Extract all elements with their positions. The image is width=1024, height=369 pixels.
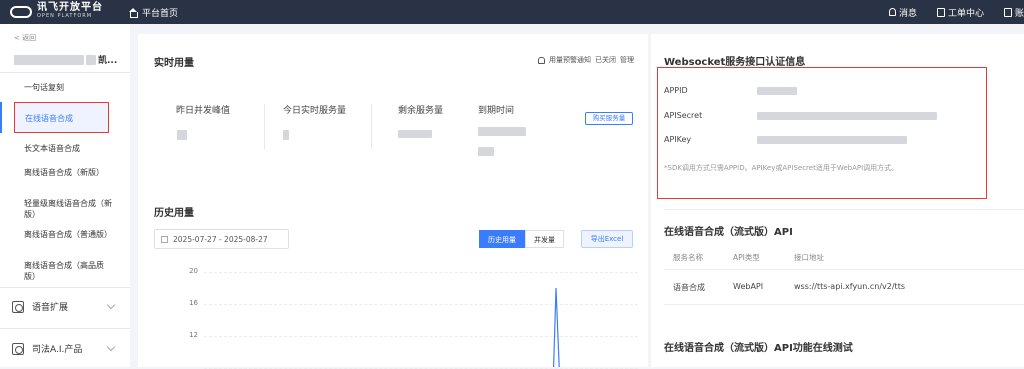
logo-subtitle: OPEN PLATFORM — [37, 13, 93, 19]
back-link[interactable]: < 返回 — [14, 33, 36, 43]
app-name-redacted — [14, 54, 84, 65]
divider — [664, 269, 1024, 270]
sidebar: < 返回 凯... 一句话复刻 在线语音合成 长文本语音合成 离线语音合成（新版… — [0, 24, 130, 367]
sidebar-group-label: 语音扩展 — [32, 303, 69, 313]
sidebar-item-long-text-tts[interactable]: 长文本语音合成 — [24, 143, 80, 154]
workorder-icon — [936, 7, 945, 17]
logo-mark-icon — [10, 6, 32, 18]
home-icon — [128, 7, 138, 18]
apikey-label: APIKey — [664, 135, 692, 144]
sidebar-item-online-tts[interactable]: 在线语音合成 — [14, 102, 109, 133]
divider — [664, 304, 1024, 305]
api-test-title: 在线语音合成（流式版）API功能在线测试 — [664, 343, 853, 354]
workorder-link[interactable]: 工单中心 — [936, 6, 984, 19]
chevron-down-icon[interactable] — [106, 300, 116, 310]
account-link[interactable]: 账 — [1003, 6, 1024, 19]
table-cell: 语音合成 — [673, 283, 705, 292]
series-line — [553, 287, 560, 367]
sidebar-item-offline-tts-normal[interactable]: 离线语音合成（普通版） — [24, 229, 112, 240]
logo-title: 讯飞开放平台 — [37, 2, 103, 13]
divider — [0, 328, 130, 329]
websocket-auth-box — [657, 67, 987, 199]
sidebar-group-judicial-ai[interactable]: 司法A.I.产品 — [12, 342, 82, 355]
app-selector[interactable]: 凯... — [14, 53, 117, 66]
chevron-down-icon[interactable] — [106, 342, 116, 352]
top-navigation-bar: 讯飞开放平台 OPEN PLATFORM 平台首页 消息 工单中心 账 — [0, 0, 1024, 24]
apisecret-label: APISecret — [664, 111, 703, 120]
account-icon — [1003, 7, 1012, 17]
divider — [0, 287, 130, 288]
sdk-note: *SDK调用方式只需APPID。APIKey或APISecret适用于WebAP… — [664, 164, 899, 172]
home-link[interactable]: 平台首页 — [128, 6, 178, 19]
sidebar-item-light-offline-tts[interactable]: 轻量级离线语音合成（新版） — [24, 198, 112, 220]
workorder-label: 工单中心 — [947, 8, 984, 19]
apikey-value-redacted[interactable] — [757, 136, 907, 144]
sidebar-item-offline-tts-new[interactable]: 离线语音合成（新版） — [24, 167, 112, 178]
divider — [664, 209, 1024, 210]
app-name-suffix: 凯... — [98, 56, 118, 66]
divider — [0, 72, 130, 73]
home-link-label: 平台首页 — [142, 8, 179, 19]
judicial-ai-icon — [12, 342, 24, 355]
table-cell: WebAPI — [733, 282, 764, 291]
api-info-panel: Websocket服务接口认证信息 APPID APISecret APIKey… — [651, 34, 1024, 367]
websocket-auth-title: Websocket服务接口认证信息 — [664, 57, 806, 68]
appid-value-redacted[interactable] — [757, 87, 797, 95]
table-header: API类型 — [733, 253, 760, 262]
chart-svg — [553, 287, 560, 367]
table-header: 接口地址 — [794, 253, 824, 262]
active-indicator — [0, 102, 2, 133]
usage-panel: 实时用量 用量预警通知 已关闭 管理 昨日并发峰值 今日实时服务量 剩余服务量 … — [138, 34, 648, 369]
api-section-title: 在线语音合成（流式版）API — [664, 227, 793, 238]
apisecret-value-redacted[interactable] — [757, 112, 937, 120]
api-endpoint-url[interactable]: wss://tts-api.xfyun.cn/v2/tts — [794, 282, 905, 291]
app-name-redacted — [86, 54, 96, 65]
bell-icon — [888, 8, 896, 16]
account-label: 账 — [1014, 8, 1024, 19]
voice-extension-icon — [12, 300, 24, 313]
sidebar-group-label: 司法A.I.产品 — [32, 345, 83, 355]
sidebar-item-label: 在线语音合成 — [25, 114, 73, 123]
sidebar-item-voice-clone[interactable]: 一句话复刻 — [24, 82, 64, 93]
table-header: 服务名称 — [673, 253, 703, 262]
messages-link[interactable]: 消息 — [888, 6, 917, 19]
sidebar-item-offline-tts-hq[interactable]: 离线语音合成（高品质版） — [24, 260, 112, 282]
platform-logo[interactable]: 讯飞开放平台 OPEN PLATFORM — [10, 3, 120, 21]
appid-label: APPID — [664, 86, 688, 95]
messages-label: 消息 — [898, 8, 917, 19]
sidebar-group-voice-extension[interactable]: 语音扩展 — [12, 300, 68, 313]
